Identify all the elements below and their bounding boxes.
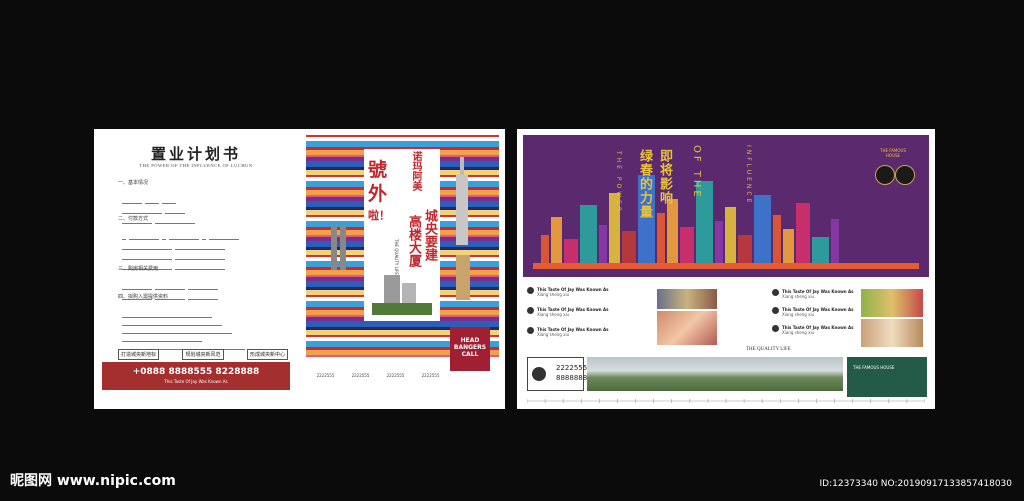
headline-la: 啦！ — [368, 209, 390, 222]
field-row — [122, 225, 242, 240]
feature-item: This Taste Of Jay Was Known As Xiang shen… — [527, 307, 608, 317]
tag-item: 规划城央新风范 — [182, 349, 224, 360]
contact-box: 2222555 8888888 — [527, 357, 588, 391]
headline-hao: 號 — [368, 159, 388, 181]
feature-item: This Taste Of Jay Was Known As Xiang shen… — [772, 307, 853, 317]
field-row — [122, 199, 188, 214]
footer-number: 2222555 — [421, 373, 440, 378]
poster-page: 號 外 啦！ 诺玛阿美 城央要建 高楼大厦 THE QUALITY LIFE H… — [298, 129, 505, 409]
image-id-watermark: ID:12373340 NO:20190917133857418030 — [819, 479, 1013, 489]
feature-dot-icon — [527, 307, 534, 314]
photo-market — [861, 289, 923, 317]
headline-line2: 高楼大厦 — [406, 215, 421, 267]
feature-item: This Taste Of Jay Was Known As Xiang shen… — [772, 325, 853, 335]
phone-tagline: This Taste Of Jay Was Known As — [164, 379, 228, 384]
section-documents: 四、拟购入需提供资料 — [118, 294, 169, 300]
site-watermark: 昵图网 www.nipic.com — [10, 473, 176, 489]
feature-item: This Taste Of Jay Was Known As Xiang shen… — [527, 327, 608, 337]
badge-icon — [895, 165, 915, 185]
field-row — [122, 327, 205, 342]
plan-form-page: 置业计划书 THE POWER OF THE INFLUENCE OF LUCH… — [94, 129, 298, 409]
feature-subtitle: Xiang sheng xiu — [782, 330, 815, 335]
feature-dot-icon — [527, 287, 534, 294]
field-row — [122, 255, 228, 270]
feature-subtitle: Xiang sheng xiu — [782, 294, 815, 299]
photo-people — [657, 311, 717, 345]
feature-item: This Taste Of Jay Was Known As Xiang shen… — [772, 289, 853, 299]
field-row — [122, 275, 221, 290]
footer-number: 2222555 — [386, 373, 405, 378]
footer-number: 2222555 — [316, 373, 335, 378]
bottom-rule — [527, 399, 925, 403]
brochure-spread: 即将影响 绿春的力量 THE POWER OF THE INFLUENCE TH… — [517, 129, 935, 409]
tag-item: 打造城央新地标 — [118, 349, 160, 360]
field-row — [122, 245, 228, 260]
feature-item: This Taste Of Jay Was Known As Xiang shen… — [527, 287, 608, 297]
section-basic: 一、基本情况 — [118, 180, 149, 186]
field-row — [122, 335, 248, 350]
contact-number-1: 2222555 — [556, 364, 588, 372]
famous-house-card: THE FAMOUS HOUSE — [847, 357, 927, 397]
vertical-en-3: INFLUENCE — [745, 145, 752, 206]
contact-number-2: 8888888 — [556, 374, 588, 382]
poster-headline-box: 號 外 啦！ 诺玛阿美 城央要建 高楼大厦 THE QUALITY LIFE — [364, 149, 440, 321]
feature-subtitle: Xiang sheng xiu — [537, 292, 570, 297]
field-row — [122, 235, 228, 250]
field-row — [122, 189, 179, 204]
photo-friends — [861, 319, 923, 347]
skyline-illustration — [533, 175, 919, 269]
famous-house-text: THE FAMOUS HOUSE — [853, 365, 895, 370]
feature-dot-icon — [772, 325, 779, 332]
feature-subtitle: Xiang sheng xiu — [782, 312, 815, 317]
phone-bar: +0888 8888555 8228888 This Taste Of Jay … — [102, 362, 290, 390]
feature-dot-icon — [772, 289, 779, 296]
poster-footer: 2222555 2222555 2222555 2222555 — [308, 373, 448, 378]
feature-dot-icon — [527, 327, 534, 334]
quality-life-text: THE QUALITY LIFE — [746, 347, 791, 352]
city-panorama — [587, 357, 843, 391]
field-row — [122, 303, 215, 318]
tag-row: 打造城央新地标 规划城央新风范 形成城央新中心 — [118, 349, 288, 360]
project-name: 诺玛阿美 — [410, 151, 421, 191]
headline-wai: 外 — [368, 183, 388, 205]
head-bangers-badge: HEAD BANGERS CALL — [450, 327, 490, 371]
field-row — [122, 319, 235, 334]
section-payment: 二、付款方式 — [118, 216, 149, 222]
badge-icon — [875, 165, 895, 185]
field-row — [122, 285, 221, 300]
feature-subtitle: Xiang sheng xiu — [537, 312, 570, 317]
phone-number: +0888 8888555 8228888 — [132, 367, 260, 377]
slogan-line2: 绿春的力量 — [637, 149, 652, 219]
photo-street — [657, 289, 717, 309]
vertical-en-1: THE POWER — [615, 151, 622, 215]
form-subtitle: THE POWER OF THE INFLUENCE OF LUCHUN — [139, 163, 253, 168]
form-title: 置业计划书 — [150, 147, 241, 163]
tag-item: 形成城央新中心 — [246, 349, 288, 360]
footer-number: 2222555 — [351, 373, 370, 378]
phone-icon — [532, 367, 546, 381]
slogan-line1: 即将影响 — [657, 149, 672, 205]
brochure-hero: 即将影响 绿春的力量 THE POWER OF THE INFLUENCE TH… — [523, 135, 929, 277]
feature-dot-icon — [772, 307, 779, 314]
feature-subtitle: Xiang sheng xiu — [537, 332, 570, 337]
field-row — [122, 311, 225, 326]
vertical-en-2: OF THE — [691, 145, 702, 200]
section-fees: 三、购房相关费用 — [118, 266, 159, 272]
building-illustration — [372, 275, 432, 315]
famous-house-label: THE FAMOUS HOUSE — [880, 148, 906, 158]
